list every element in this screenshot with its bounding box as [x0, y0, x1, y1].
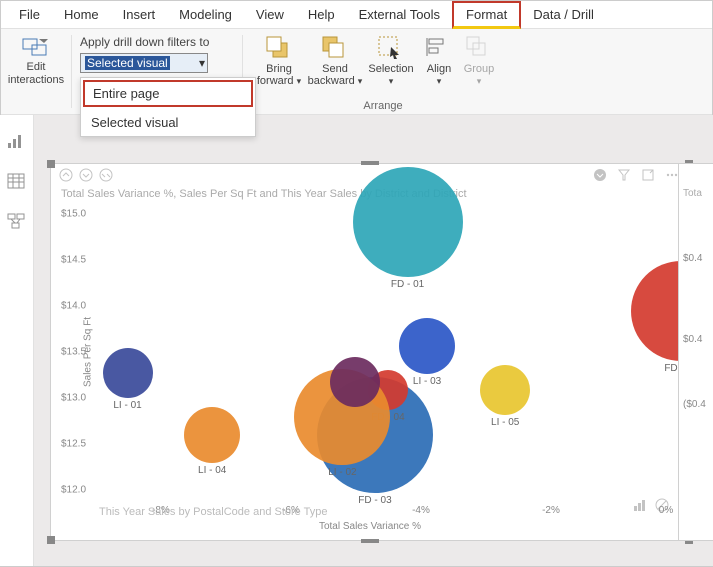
y-tick: $12.0 [61, 485, 86, 496]
data-point-label: LI - 04 [198, 465, 226, 476]
bring-forward-button[interactable]: Bring forward ▾ [251, 35, 307, 87]
data-point-label: LI - 05 [491, 417, 519, 428]
tab-modeling[interactable]: Modeling [167, 1, 244, 29]
report-view-icon[interactable] [7, 133, 27, 151]
send-backward-button[interactable]: Send backward ▾ [307, 35, 363, 87]
y-tick: $13.0 [61, 393, 86, 404]
data-point-label: LI - 03 [413, 376, 441, 387]
tab-format[interactable]: Format [452, 1, 521, 29]
group-button: Group▾ [459, 35, 499, 87]
data-point-label: FD - 01 [391, 279, 424, 290]
visual-header-right [593, 168, 681, 184]
align-button[interactable]: Align▾ [419, 35, 459, 87]
edit-interactions-icon [22, 35, 50, 59]
no-impact-icon[interactable] [655, 498, 671, 514]
x-tick: -2% [542, 505, 560, 516]
group-drill-filters: Apply drill down filters to Selected vis… [72, 29, 242, 114]
tab-data-drill[interactable]: Data / Drill [521, 1, 606, 29]
partial-value: $0.4 [679, 334, 713, 345]
tab-insert[interactable]: Insert [111, 1, 168, 29]
tab-home[interactable]: Home [52, 1, 111, 29]
data-point[interactable] [103, 348, 153, 398]
drill-option-selected-visual[interactable]: Selected visual [81, 109, 255, 136]
y-tick: $14.0 [61, 301, 86, 312]
y-tick: $13.5 [61, 347, 86, 358]
data-point-label: FD - 03 [358, 495, 391, 506]
resize-handle[interactable] [47, 160, 55, 168]
y-tick: $14.5 [61, 255, 86, 266]
partial-title: Tota [679, 164, 713, 199]
resize-handle[interactable] [361, 539, 379, 543]
visual-footer-icons [633, 498, 671, 514]
chart-mode-icon[interactable] [633, 498, 649, 514]
focus-mode-icon[interactable] [641, 168, 657, 184]
data-point-label: LI - 01 [113, 400, 141, 411]
drill-filters-dropdown: Entire page Selected visual [80, 77, 256, 137]
expand-all-icon[interactable] [99, 168, 115, 184]
chevron-down-icon: ▾ [199, 56, 205, 70]
data-point[interactable] [399, 318, 455, 374]
edit-interactions-label: Edit interactions [8, 61, 64, 87]
send-backward-label: Send backward ▾ [308, 63, 363, 87]
visual-header-left [59, 168, 115, 184]
group-label: Group▾ [464, 63, 495, 87]
y-tick: $12.5 [61, 439, 86, 450]
group-interactions: Edit interactions [1, 29, 71, 114]
drill-mode-icon[interactable] [593, 168, 609, 184]
data-point[interactable] [330, 357, 380, 407]
ribbon-tabs: File Home Insert Modeling View Help Exte… [1, 1, 712, 29]
bring-forward-label: Bring forward ▾ [257, 63, 301, 87]
tab-help[interactable]: Help [296, 1, 347, 29]
drill-up-icon[interactable] [59, 168, 75, 184]
scatter-chart-visual[interactable]: Total Sales Variance %, Sales Per Sq Ft … [50, 163, 690, 541]
data-point-label: LI - 02 [328, 467, 356, 478]
x-axis-label: Total Sales Variance % [319, 521, 421, 532]
drill-down-icon[interactable] [79, 168, 95, 184]
report-canvas[interactable]: Total Sales Variance %, Sales Per Sq Ft … [34, 115, 713, 566]
data-point[interactable] [184, 407, 240, 463]
y-tick: $15.0 [61, 209, 86, 220]
view-rail [0, 115, 34, 566]
drill-filters-label: Apply drill down filters to [80, 35, 209, 49]
align-icon [425, 35, 453, 61]
arrange-group-label: Arrange [243, 100, 523, 112]
data-view-icon[interactable] [7, 173, 27, 191]
filter-icon[interactable] [617, 168, 633, 184]
tab-external-tools[interactable]: External Tools [347, 1, 452, 29]
data-point[interactable] [480, 365, 530, 415]
bring-forward-icon [265, 35, 293, 61]
secondary-chart-title: This Year Sales by PostalCode and Store … [99, 506, 328, 518]
group-icon [465, 35, 493, 61]
send-backward-icon [321, 35, 349, 61]
partial-value: ($0.4 [679, 399, 713, 410]
drill-filters-select[interactable]: Selected visual ▾ [80, 53, 208, 73]
selection-button[interactable]: Selection▾ [363, 35, 419, 87]
drill-option-entire-page[interactable]: Entire page [83, 80, 253, 107]
resize-handle[interactable] [361, 161, 379, 165]
resize-handle[interactable] [47, 536, 55, 544]
group-arrange: Bring forward ▾ Send backward ▾ Selectio… [243, 29, 523, 114]
selection-label: Selection▾ [368, 63, 413, 87]
data-point[interactable] [353, 167, 463, 277]
edit-interactions-button[interactable]: Edit interactions [9, 33, 63, 87]
ribbon: Edit interactions Apply drill down filte… [1, 29, 712, 115]
model-view-icon[interactable] [7, 213, 27, 231]
partial-visual[interactable]: Tota $0.4 $0.4 ($0.4 [678, 163, 713, 541]
x-tick: -4% [412, 505, 430, 516]
plot-area: FD - 01FD - 02FD - 03FD - 04LI - 01LI - … [95, 204, 679, 486]
tab-file[interactable]: File [7, 1, 52, 29]
selection-icon [377, 35, 405, 61]
partial-value: $0.4 [679, 253, 713, 264]
tab-view[interactable]: View [244, 1, 296, 29]
drill-filters-value: Selected visual [85, 56, 170, 70]
align-label: Align▾ [427, 63, 451, 87]
